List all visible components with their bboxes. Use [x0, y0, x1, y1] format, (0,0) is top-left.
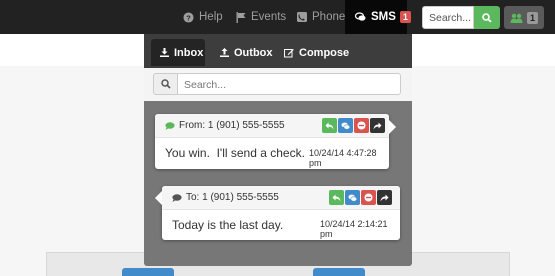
message-card-incoming[interactable]: From: 1 (901) 555-5555 You win. I'll sen…: [155, 114, 389, 169]
nav-sms[interactable]: SMS 1: [345, 0, 411, 34]
reply-button[interactable]: [322, 118, 337, 133]
nav-phone-label: Phone: [312, 11, 346, 23]
message-header: To: 1 (901) 555-5555: [162, 186, 400, 210]
nav-phone[interactable]: Phone: [297, 0, 345, 34]
chat-icon: [348, 194, 357, 202]
flag-icon: [236, 11, 246, 23]
message-pointer: [155, 191, 162, 205]
sms-search-addon: [153, 73, 178, 95]
search-icon: [482, 12, 492, 23]
tab-inbox[interactable]: Inbox: [151, 39, 205, 66]
delete-icon: [364, 193, 373, 202]
conversation-button[interactable]: [345, 190, 360, 205]
nav-events-label: Events: [251, 11, 287, 23]
tab-inbox-label: Inbox: [174, 46, 204, 59]
navbar-search-button[interactable]: [474, 6, 500, 29]
delete-button[interactable]: [354, 118, 369, 133]
tab-outbox-label: Outbox: [234, 46, 273, 59]
phone-icon: [297, 12, 307, 22]
message-timestamp: 10/24/14 2:14:21 pm: [320, 219, 388, 239]
nav-events[interactable]: Events: [236, 0, 286, 34]
sms-tabs: Inbox Outbox Compose: [144, 34, 412, 68]
svg-text:?: ?: [186, 13, 191, 22]
users-count-badge: 1: [526, 11, 538, 24]
forward-icon: [380, 194, 389, 202]
message-card-outgoing[interactable]: To: 1 (901) 555-5555 Today is the last d…: [162, 186, 400, 240]
reply-button[interactable]: [329, 190, 344, 205]
message-to-label: To: 1 (901) 555-5555: [186, 192, 279, 203]
tab-outbox[interactable]: Outbox: [220, 39, 273, 66]
users-icon: [510, 13, 523, 23]
upload-icon: [220, 48, 229, 57]
tab-compose-label: Compose: [299, 46, 350, 59]
help-icon: ?: [183, 11, 194, 23]
users-button[interactable]: 1: [504, 6, 544, 29]
message-actions: [328, 190, 392, 205]
forward-button[interactable]: [377, 190, 392, 205]
sms-search-input[interactable]: Search...: [177, 73, 401, 95]
message-from-label: From: 1 (901) 555-5555: [179, 120, 285, 131]
reply-icon: [332, 194, 341, 202]
message-header: From: 1 (901) 555-5555: [155, 114, 389, 138]
sms-dropdown: Inbox Outbox Compose Search... From: 1 (…: [144, 34, 412, 266]
nav-help[interactable]: ? Help: [183, 0, 223, 34]
edit-icon: [284, 48, 294, 58]
message-to: To: 1 (901) 555-5555: [172, 192, 279, 203]
message-text: Today is the last day.: [172, 218, 284, 232]
reply-icon: [325, 122, 334, 130]
chat-icon: [172, 193, 182, 202]
page-button-right[interactable]: [313, 268, 365, 276]
message-pointer: [389, 120, 396, 134]
navbar-search: Search...: [422, 6, 500, 29]
sms-count-badge: 1: [399, 11, 411, 23]
message-actions: [321, 118, 385, 133]
forward-icon: [373, 122, 382, 130]
message-timestamp: 10/24/14 4:47:28 pm: [309, 148, 377, 168]
delete-icon: [357, 121, 366, 130]
chat-icon: [341, 122, 350, 130]
nav-sms-label: SMS: [371, 11, 396, 23]
forward-button[interactable]: [370, 118, 385, 133]
page-button-left[interactable]: [122, 268, 174, 276]
chat-icon: [165, 121, 175, 130]
message-from: From: 1 (901) 555-5555: [165, 120, 285, 131]
message-text: You win. I'll send a check.: [165, 146, 305, 160]
navbar-search-input[interactable]: Search...: [422, 6, 474, 29]
top-navbar: ? Help Events Phone SMS 1 Search... 1: [0, 0, 555, 34]
tab-compose[interactable]: Compose: [284, 39, 349, 66]
conversation-button[interactable]: [338, 118, 353, 133]
nav-help-label: Help: [199, 11, 223, 23]
delete-button[interactable]: [361, 190, 376, 205]
download-icon: [160, 48, 169, 57]
search-icon: [160, 79, 171, 89]
chat-icon: [355, 12, 366, 22]
